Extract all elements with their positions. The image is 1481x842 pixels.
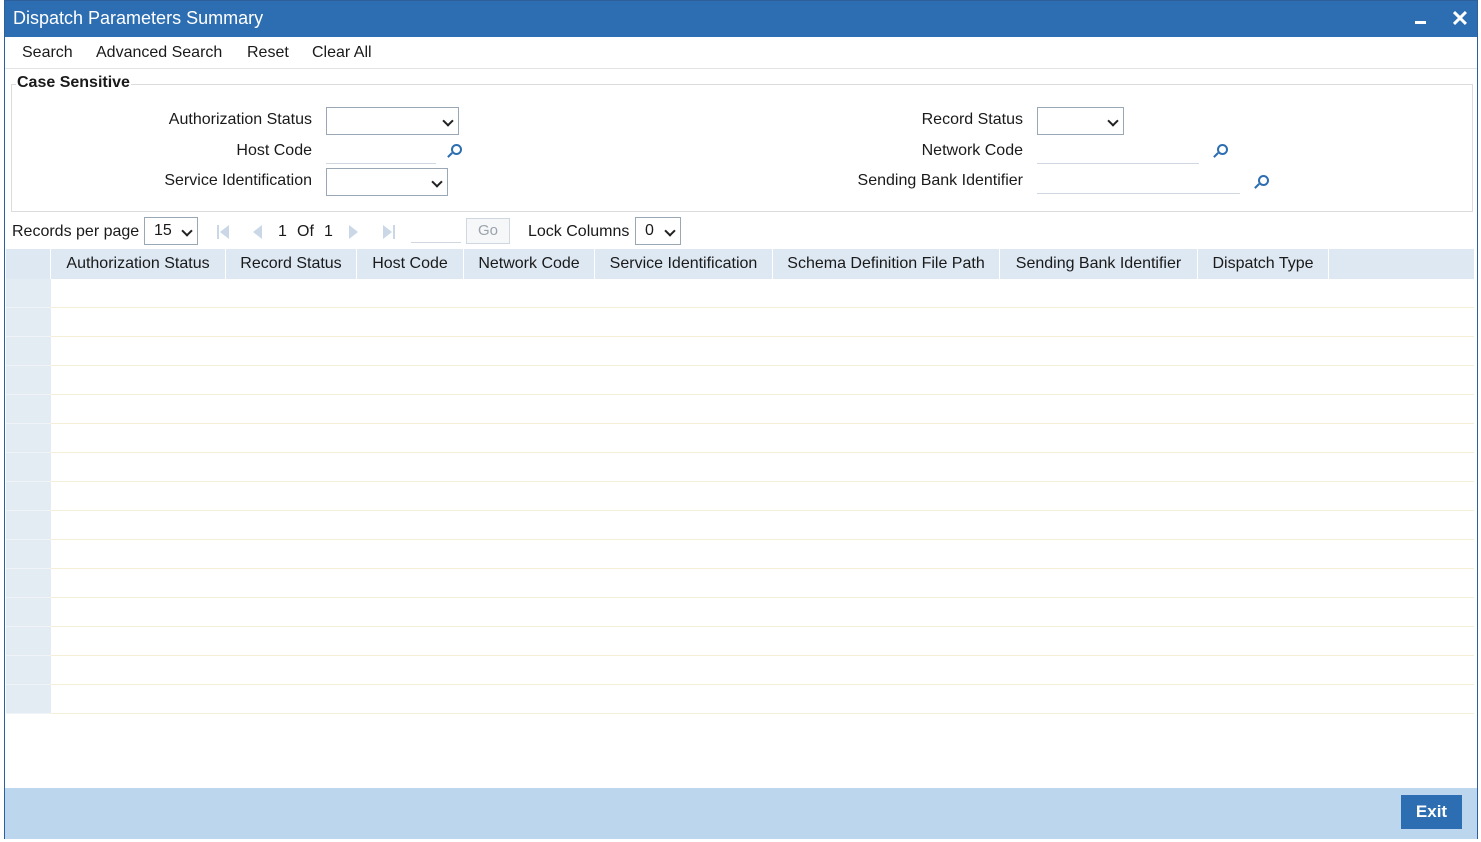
- sending-bank-identifier-search-icon[interactable]: [1253, 175, 1269, 191]
- chevron-down-icon: [1107, 115, 1119, 127]
- window-title: Dispatch Parameters Summary: [13, 8, 264, 28]
- table-row[interactable]: [51, 569, 1474, 598]
- table-row[interactable]: [51, 453, 1474, 482]
- chevron-down-icon: [431, 176, 443, 188]
- title-bar: Dispatch Parameters Summary ✕: [5, 1, 1477, 37]
- column-header[interactable]: Service Identification: [595, 249, 773, 279]
- sending-bank-identifier-input[interactable]: [1037, 168, 1240, 194]
- table-row[interactable]: [51, 685, 1474, 714]
- table-row[interactable]: [51, 424, 1474, 453]
- table-row[interactable]: [51, 540, 1474, 569]
- last-page-icon[interactable]: [383, 225, 397, 239]
- table-row[interactable]: [51, 337, 1474, 366]
- current-page: 1: [278, 223, 287, 240]
- authorization-status-label: Authorization Status: [168, 111, 312, 128]
- exit-button[interactable]: Exit: [1401, 795, 1462, 829]
- records-per-page-label: Records per page: [12, 223, 140, 240]
- service-identification-label: Service Identification: [164, 172, 312, 189]
- grid-header: Authorization Status Record Status Host …: [6, 249, 1474, 279]
- footer-bar: Exit: [5, 788, 1477, 839]
- case-sensitive-legend: Case Sensitive: [16, 74, 131, 92]
- row-selector[interactable]: [6, 685, 51, 714]
- row-selector[interactable]: [6, 627, 51, 656]
- network-code-search-icon[interactable]: [1212, 144, 1228, 160]
- row-selector[interactable]: [6, 482, 51, 511]
- results-grid: Authorization Status Record Status Host …: [6, 249, 1474, 785]
- table-row[interactable]: [51, 511, 1474, 540]
- column-header[interactable]: Record Status: [226, 249, 357, 279]
- authorization-status-select[interactable]: [326, 107, 459, 135]
- toolbar: Search Advanced Search Reset Clear All: [5, 37, 1477, 69]
- go-to-page-input[interactable]: [411, 219, 461, 243]
- dispatch-parameters-summary-window: Dispatch Parameters Summary ✕ Search Adv…: [4, 0, 1478, 839]
- chevron-down-icon: [181, 225, 193, 237]
- column-header[interactable]: Authorization Status: [51, 249, 226, 279]
- network-code-label: Network Code: [921, 142, 1023, 159]
- total-pages: 1: [324, 223, 333, 240]
- host-code-input[interactable]: [326, 138, 436, 164]
- advanced-search-button[interactable]: Advanced Search: [96, 44, 222, 62]
- record-status-label: Record Status: [921, 111, 1023, 128]
- table-row[interactable]: [51, 279, 1474, 308]
- reset-button[interactable]: Reset: [247, 44, 289, 62]
- table-row[interactable]: [51, 482, 1474, 511]
- column-header[interactable]: Schema Definition File Path: [773, 249, 1000, 279]
- record-status-select[interactable]: [1037, 107, 1124, 135]
- row-selector[interactable]: [6, 540, 51, 569]
- close-icon[interactable]: ✕: [1447, 5, 1473, 33]
- minimize-icon[interactable]: [1407, 5, 1433, 33]
- table-row[interactable]: [51, 366, 1474, 395]
- table-row[interactable]: [51, 598, 1474, 627]
- row-selector[interactable]: [6, 424, 51, 453]
- lock-columns-select[interactable]: 0: [635, 217, 681, 245]
- first-page-icon[interactable]: [217, 225, 231, 239]
- row-header-column: [6, 279, 51, 714]
- row-selector[interactable]: [6, 656, 51, 685]
- network-code-input[interactable]: [1037, 138, 1199, 164]
- clear-all-button[interactable]: Clear All: [312, 44, 372, 62]
- go-button[interactable]: Go: [466, 218, 510, 244]
- host-code-label: Host Code: [236, 142, 312, 159]
- chevron-down-icon: [664, 225, 676, 237]
- table-row[interactable]: [51, 627, 1474, 656]
- sending-bank-identifier-label: Sending Bank Identifier: [857, 172, 1023, 189]
- column-header[interactable]: Dispatch Type: [1198, 249, 1329, 279]
- next-page-icon[interactable]: [349, 225, 363, 239]
- chevron-down-icon: [442, 115, 454, 127]
- table-row[interactable]: [51, 395, 1474, 424]
- service-identification-select[interactable]: [326, 168, 448, 196]
- pagination-bar: Records per page 15 1 Of 1 Go Lock Colum…: [5, 215, 1477, 247]
- row-selector[interactable]: [6, 366, 51, 395]
- table-row[interactable]: [51, 656, 1474, 685]
- row-selector[interactable]: [6, 569, 51, 598]
- row-selector[interactable]: [6, 598, 51, 627]
- row-selector[interactable]: [6, 279, 51, 308]
- select-all-column-header[interactable]: [6, 249, 51, 279]
- row-selector[interactable]: [6, 308, 51, 337]
- prev-page-icon[interactable]: [253, 225, 267, 239]
- records-per-page-select[interactable]: 15: [144, 217, 198, 245]
- of-label: Of: [297, 223, 314, 240]
- grid-body: [51, 279, 1474, 714]
- column-header[interactable]: Sending Bank Identifier: [1000, 249, 1198, 279]
- row-selector[interactable]: [6, 511, 51, 540]
- lock-columns-label: Lock Columns: [528, 223, 630, 240]
- column-header[interactable]: Host Code: [357, 249, 464, 279]
- table-row[interactable]: [51, 308, 1474, 337]
- row-selector[interactable]: [6, 453, 51, 482]
- host-code-search-icon[interactable]: [446, 144, 462, 160]
- column-header[interactable]: Network Code: [464, 249, 595, 279]
- row-selector[interactable]: [6, 395, 51, 424]
- search-button[interactable]: Search: [22, 44, 73, 62]
- row-selector[interactable]: [6, 337, 51, 366]
